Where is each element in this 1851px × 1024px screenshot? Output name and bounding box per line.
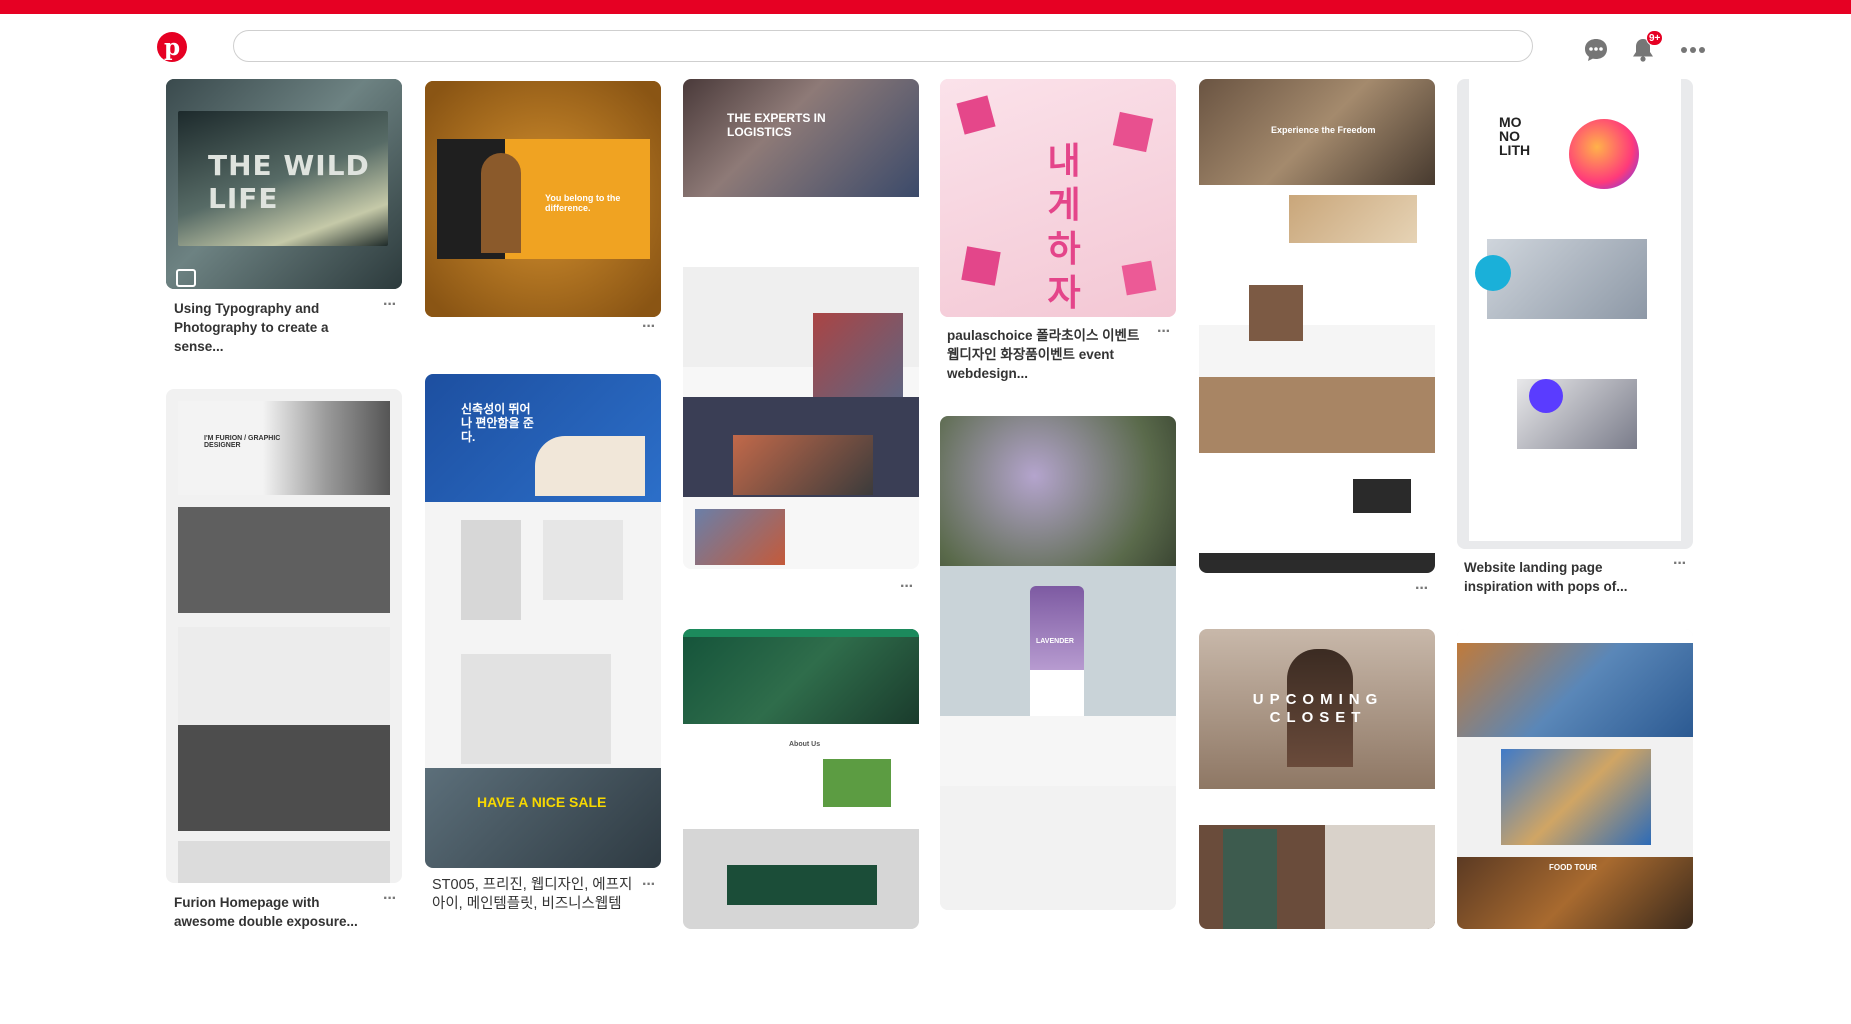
pin-art-text: THE EXPERTS IN LOGISTICS <box>727 111 826 139</box>
pin-more-button[interactable]: ··· <box>1415 580 1429 598</box>
pin-furion[interactable]: I'M FURION / GRAPHIC DESIGNER <box>166 389 402 883</box>
pin-caption[interactable]: Website landing page inspiration with po… <box>1464 558 1669 596</box>
pin-more-button[interactable]: ··· <box>1157 323 1171 341</box>
pin-food-tour[interactable]: FOOD TOUR <box>1457 629 1693 929</box>
pin-paulaschoice[interactable]: 내게하자 <box>940 79 1176 317</box>
pin-more-button[interactable]: ··· <box>383 296 397 314</box>
pin-more-button[interactable]: ··· <box>642 318 656 336</box>
pin-caption[interactable]: Using Typography and Photography to crea… <box>174 299 379 356</box>
pin-lavender[interactable]: LAVENDER <box>940 416 1176 910</box>
search-input[interactable] <box>234 31 1532 61</box>
pin-art-text: You belong to the difference. <box>545 193 621 213</box>
pin-about-us[interactable]: About Us <box>683 629 919 929</box>
chat-bubble-icon[interactable] <box>1582 36 1610 64</box>
pin-caption[interactable]: Furion Homepage with awesome double expo… <box>174 893 379 931</box>
pin-caption[interactable]: paulaschoice 폴라초이스 이벤트 웹디자인 화장품이벤트 event… <box>947 326 1152 383</box>
search-field[interactable] <box>233 30 1533 62</box>
pin-upcoming-closet[interactable]: UPCOMING CLOSET <box>1199 629 1435 929</box>
pin-monolith[interactable]: MO NO LITH <box>1457 79 1693 549</box>
pin-fgidano[interactable]: 신축성이 뛰어나 편안함을 준다. HAVE A NICE SALE <box>425 374 661 868</box>
notification-badge: 9+ <box>1646 30 1664 46</box>
pin-art-text: I'M FURION / GRAPHIC DESIGNER <box>204 435 281 449</box>
pin-art-text: Experience the Freedom <box>1271 125 1376 135</box>
pin-logistics[interactable]: THE EXPERTS IN LOGISTICS <box>683 79 919 569</box>
pin-more-button[interactable]: ··· <box>642 876 656 894</box>
pin-art-text: MO NO LITH <box>1499 114 1531 158</box>
pin-art-text: 내게하자 <box>1047 140 1081 313</box>
top-accent-bar <box>0 0 1851 14</box>
pinterest-logo-icon[interactable]: p <box>157 32 187 62</box>
pin-art-text: 신축성이 뛰어나 편안함을 준다. <box>461 402 534 444</box>
pin-you-belong[interactable]: You belong to the difference. <box>425 81 661 317</box>
pin-art-text: THE WILD LIFE <box>208 149 370 215</box>
pin-art-text: About Us <box>789 741 821 748</box>
pin-more-button[interactable]: ··· <box>1673 555 1687 573</box>
pin-art-text: LAVENDER <box>1036 638 1074 645</box>
pin-freedom[interactable]: Experience the Freedom <box>1199 79 1435 573</box>
pin-caption[interactable]: ST005, 프리진, 웹디자인, 에프지아이, 메인템플릿, 비즈니스웹템 <box>432 876 637 914</box>
pin-art-text: FOOD TOUR <box>1549 863 1597 872</box>
pin-wildlife[interactable]: THE WILD LIFE <box>166 79 402 289</box>
pin-more-button[interactable]: ··· <box>383 890 397 908</box>
more-dots-icon[interactable] <box>1678 40 1708 60</box>
pin-more-button[interactable]: ··· <box>900 578 914 596</box>
pin-art-text: UPCOMING CLOSET <box>1252 691 1384 726</box>
